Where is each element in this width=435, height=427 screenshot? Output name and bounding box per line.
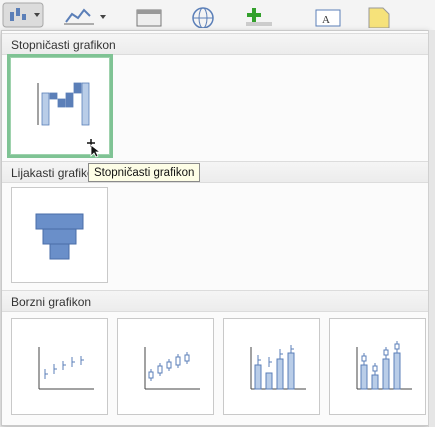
stock-volume-ohlc-chart-option[interactable] xyxy=(329,318,426,415)
sparkline-icon xyxy=(64,8,106,25)
stock-volume-hlc-chart-option[interactable] xyxy=(223,318,320,415)
funnel-chart-option[interactable] xyxy=(11,187,108,283)
stock-chart-icon xyxy=(2,2,44,28)
sparkline-button[interactable] xyxy=(62,2,110,28)
plus-icon xyxy=(246,8,272,26)
stock-hlc-chart-icon xyxy=(38,347,94,390)
stock-volume-ohlc-chart-icon xyxy=(356,341,412,390)
stock-ohlc-chart-option[interactable] xyxy=(117,318,214,415)
svg-text:A: A xyxy=(322,14,330,26)
textbox-icon: A xyxy=(315,9,341,27)
section-header-waterfall: Stopničasti grafikon xyxy=(2,33,428,55)
section-header-funnel: Lijakasti grafikon xyxy=(2,161,428,183)
funnel-chart-icon xyxy=(35,213,84,260)
globe-icon xyxy=(192,7,214,28)
note-button[interactable] xyxy=(364,2,394,28)
tooltip: Stopničasti grafikon xyxy=(88,163,201,182)
web-button[interactable] xyxy=(188,2,218,28)
sheet-background-strip xyxy=(428,30,435,427)
stock-hlc-chart-option[interactable] xyxy=(11,318,108,415)
add-button[interactable] xyxy=(240,2,278,28)
stock-volume-hlc-chart-icon xyxy=(250,345,306,390)
ribbon-toolbar: A xyxy=(0,0,435,30)
section-header-stock: Borzni grafikon xyxy=(2,290,428,312)
table-button[interactable] xyxy=(134,2,164,28)
table-icon xyxy=(136,9,162,27)
chart-gallery-panel: Stopničasti grafikon Lijakasti grafikon … xyxy=(1,30,429,426)
mouse-cursor-icon xyxy=(87,139,100,158)
note-icon xyxy=(368,7,390,28)
chart-type-dropdown-button[interactable] xyxy=(0,2,46,28)
stock-ohlc-chart-icon xyxy=(144,347,200,390)
textbox-button[interactable]: A xyxy=(308,2,348,28)
